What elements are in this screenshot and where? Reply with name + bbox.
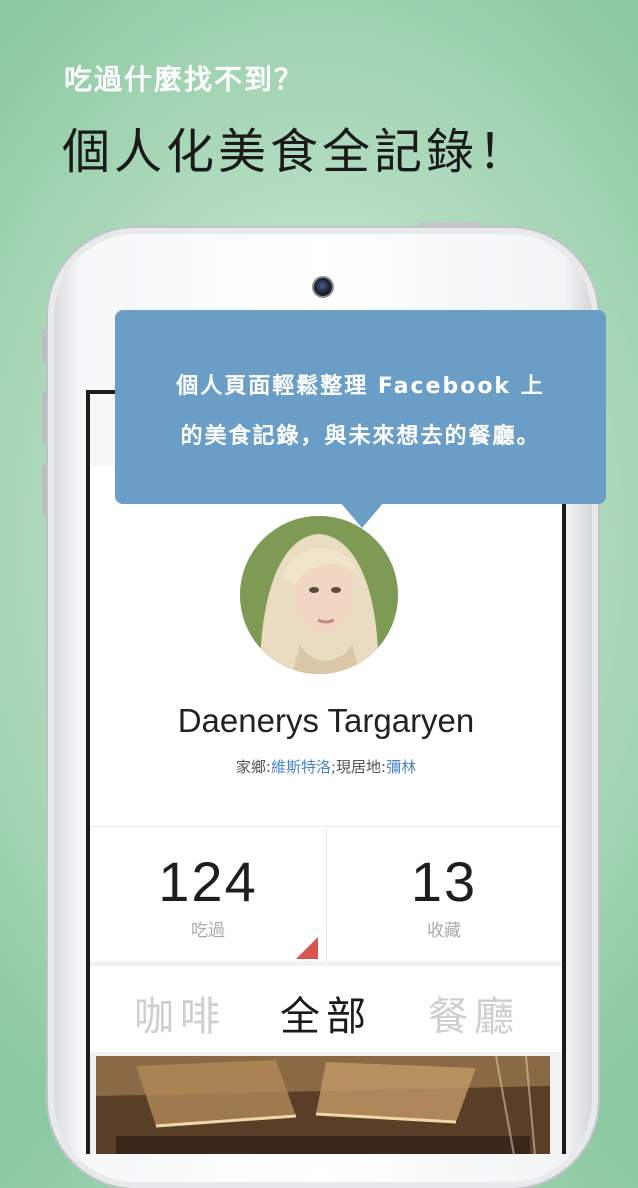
callout-pointer (340, 502, 384, 528)
phone-screen: Daenerys Targaryen 家鄉:維斯特洛;現居地:彌林 124 吃過… (86, 390, 566, 1154)
restaurant-photo[interactable] (96, 1056, 550, 1154)
current-location-label: 現居地: (336, 758, 387, 776)
stat-eaten-label: 吃過 (191, 921, 225, 941)
tab-coffee[interactable]: 咖啡 (134, 984, 226, 1042)
tab-all[interactable]: 全部 (280, 984, 372, 1042)
stat-saved-label: 收藏 (427, 921, 461, 941)
promo-subtitle: 吃過什麼找不到？ (64, 63, 305, 96)
current-location-link[interactable]: 彌林 (386, 758, 416, 776)
profile-location: 家鄉:維斯特洛;現居地:彌林 (90, 756, 562, 777)
hometown-label: 家鄉: (235, 758, 271, 776)
restaurant-interior-image (96, 1056, 550, 1154)
callout-line-1: 個人頁面輕鬆整理 Facebook 上 (176, 374, 545, 399)
category-tabs: 咖啡 全部 餐廳 (90, 966, 562, 1052)
front-camera-icon (312, 276, 334, 298)
selected-indicator-icon (296, 937, 318, 959)
stat-eaten[interactable]: 124 吃過 (90, 827, 327, 961)
stats-bar: 124 吃過 13 收藏 (90, 826, 562, 961)
callout-line-2: 的美食記錄，與未來想去的餐廳。 (180, 424, 541, 449)
feature-callout: 個人頁面輕鬆整理 Facebook 上 的美食記錄，與未來想去的餐廳。 (115, 310, 606, 504)
hometown-link[interactable]: 維斯特洛 (271, 758, 331, 776)
tab-restaurant[interactable]: 餐廳 (428, 984, 520, 1042)
user-avatar[interactable] (240, 516, 398, 674)
stat-saved-count: 13 (410, 850, 478, 913)
profile-name: Daenerys Targaryen (177, 702, 475, 739)
profile-card: Daenerys Targaryen 家鄉:維斯特洛;現居地:彌林 (90, 466, 562, 826)
promo-title: 個人化美食全記錄！ (62, 124, 531, 180)
stat-eaten-count: 124 (158, 850, 258, 913)
avatar-portrait-icon (240, 516, 398, 674)
stat-saved[interactable]: 13 收藏 (326, 827, 562, 961)
callout-text: 個人頁面輕鬆整理 Facebook 上 的美食記錄，與未來想去的餐廳。 (115, 362, 606, 462)
